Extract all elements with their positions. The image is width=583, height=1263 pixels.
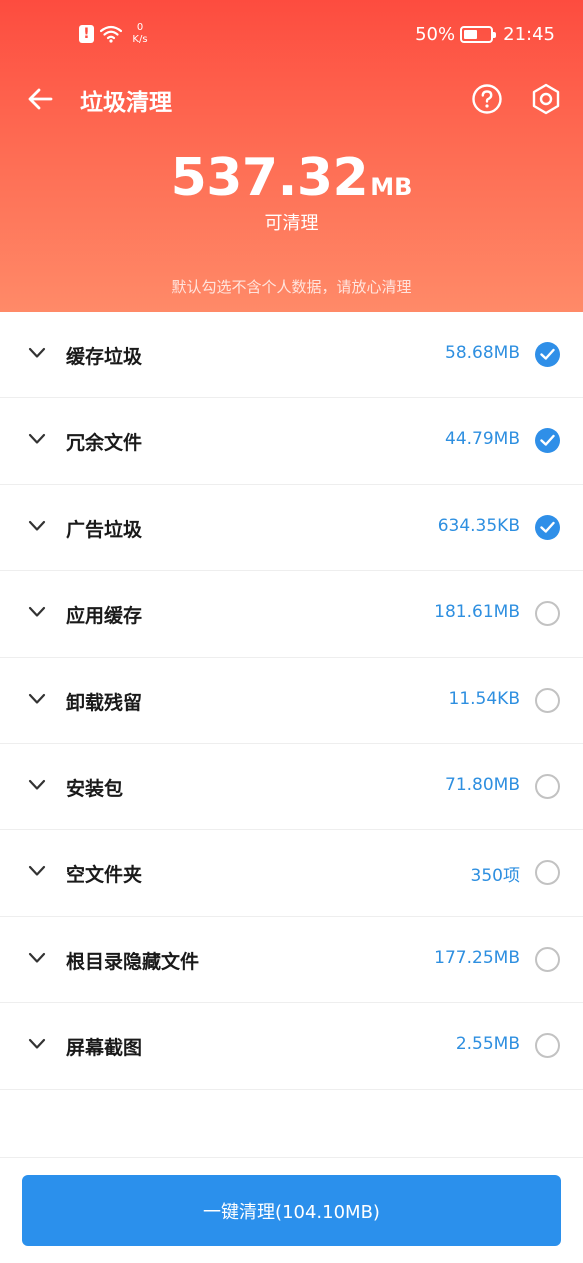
total-size-value: 537.32: [170, 148, 369, 208]
item-label: 安装包: [66, 777, 124, 800]
chevron-down-icon[interactable]: [28, 693, 46, 705]
clock: 21:45: [503, 24, 555, 45]
checkbox-checked[interactable]: [535, 342, 560, 367]
back-arrow-icon[interactable]: [26, 85, 54, 113]
one-click-clean-button[interactable]: 一键清理(104.10MB): [22, 1175, 561, 1246]
header: ! 0 K/s 50% 21:45 垃圾清理 537.32MB 可清理 默认勾选…: [0, 0, 583, 312]
list-item[interactable]: 冗余文件 44.79MB: [0, 398, 583, 485]
item-size: 58.68MB: [445, 343, 520, 363]
help-icon[interactable]: [471, 83, 503, 115]
checkbox-checked[interactable]: [535, 514, 560, 540]
item-size: 2.55MB: [455, 1034, 520, 1055]
checkbox-unchecked[interactable]: [535, 687, 560, 713]
chevron-down-icon[interactable]: [28, 1038, 46, 1050]
item-size: 350项: [470, 866, 520, 887]
battery-percent: 50%: [415, 24, 456, 45]
item-size: 634.35KB: [437, 515, 520, 536]
total-caption: 可清理: [264, 213, 319, 234]
list-item[interactable]: 根目录隐藏文件 177.25MB: [0, 917, 583, 1004]
status-bar: ! 0 K/s 50% 21:45: [0, 0, 583, 70]
checkbox-unchecked[interactable]: [535, 601, 560, 627]
divider: [0, 1157, 583, 1158]
chevron-down-icon[interactable]: [28, 952, 46, 964]
page-title: 垃圾清理: [80, 90, 172, 116]
checkbox-unchecked[interactable]: [535, 860, 560, 886]
item-label: 屏幕截图: [66, 1037, 143, 1060]
chevron-down-icon[interactable]: [28, 347, 46, 359]
alert-icon: !: [79, 25, 94, 43]
list-item[interactable]: 卸载残留 11.54KB: [0, 658, 583, 744]
item-label: 空文件夹: [66, 864, 143, 887]
chevron-down-icon[interactable]: [28, 520, 46, 532]
chevron-down-icon[interactable]: [28, 433, 46, 445]
cleanable-total: 537.32MB: [0, 148, 583, 208]
item-size: 44.79MB: [445, 429, 520, 450]
item-label: 广告垃圾: [66, 518, 143, 541]
item-size: 11.54KB: [448, 688, 520, 709]
checkbox-checked[interactable]: [535, 428, 560, 454]
network-speed: 0 K/s: [132, 22, 148, 45]
list-item[interactable]: 应用缓存 181.61MB: [0, 571, 583, 658]
chevron-down-icon[interactable]: [28, 606, 46, 618]
checkbox-unchecked[interactable]: [535, 946, 560, 972]
item-label: 卸载残留: [66, 691, 143, 714]
item-label: 冗余文件: [66, 432, 143, 455]
header-note: 默认勾选不含个人数据，请放心清理: [171, 278, 412, 296]
list-item[interactable]: 广告垃圾 634.35KB: [0, 485, 583, 572]
item-label: 根目录隐藏文件: [66, 950, 200, 973]
battery-icon: [460, 26, 497, 43]
list-item[interactable]: 安装包 71.80MB: [0, 744, 583, 831]
item-label: 缓存垃圾: [66, 346, 143, 368]
checkbox-unchecked[interactable]: [535, 773, 560, 799]
total-size-unit: MB: [370, 173, 413, 201]
settings-icon[interactable]: [529, 82, 563, 116]
item-size: 177.25MB: [434, 947, 520, 968]
list-item[interactable]: 空文件夹 350项: [0, 830, 583, 917]
item-size: 71.80MB: [445, 774, 520, 795]
item-size: 181.61MB: [434, 602, 520, 623]
item-label: 应用缓存: [66, 605, 143, 628]
checkbox-unchecked[interactable]: [535, 1033, 560, 1059]
list-item[interactable]: 屏幕截图 2.55MB: [0, 1003, 583, 1090]
junk-category-list: 缓存垃圾 58.68MB 冗余文件 44.79MB 广告垃圾 634.35KB 应用缓存 18…: [0, 312, 583, 1090]
list-item[interactable]: 缓存垃圾 58.68MB: [0, 312, 583, 399]
title-bar: 垃圾清理: [0, 76, 583, 122]
chevron-down-icon[interactable]: [28, 779, 46, 791]
chevron-down-icon[interactable]: [28, 865, 46, 877]
wifi-icon: [100, 25, 122, 43]
